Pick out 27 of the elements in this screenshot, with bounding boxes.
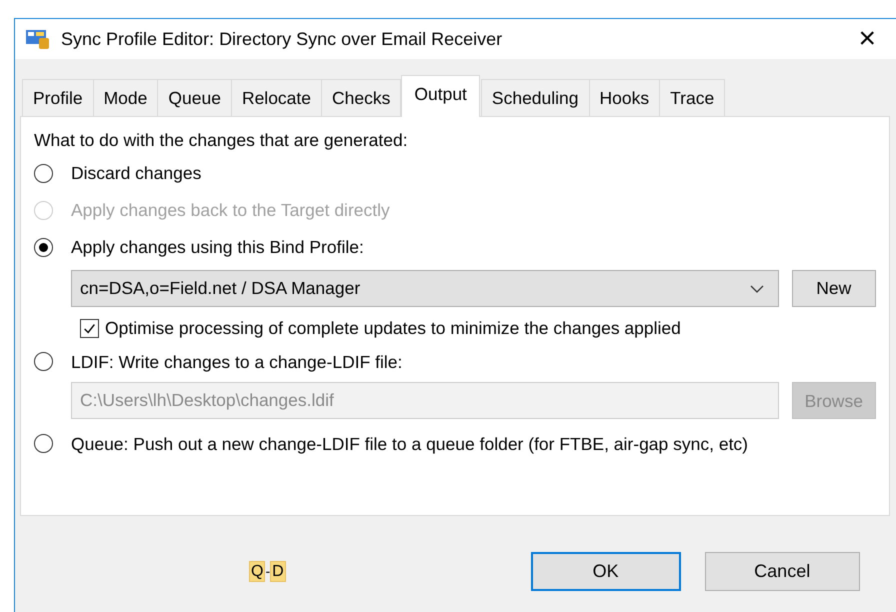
radio-button[interactable] <box>34 352 53 372</box>
dialog-button[interactable]: OK <box>530 552 681 591</box>
radio-button[interactable] <box>34 164 53 183</box>
code-badge: D <box>270 561 286 582</box>
radio-button[interactable] <box>34 434 53 454</box>
radio-button[interactable] <box>34 238 53 257</box>
new-button[interactable]: New <box>792 270 876 307</box>
close-button[interactable]: × <box>858 24 876 54</box>
radio-label[interactable]: Discard changes <box>71 160 202 187</box>
tab[interactable]: Checks <box>321 79 402 116</box>
radio-label[interactable]: Apply changes using this Bind Profile: <box>71 234 364 261</box>
tab[interactable]: Profile <box>22 79 94 116</box>
radio-label[interactable]: Queue: Push out a new change-LDIF file to a queue folder (for FTBE, air-gap sync, etc) <box>71 430 748 457</box>
radio-label[interactable]: LDIF: Write changes to a change-LDIF file: <box>71 348 402 375</box>
app-icon <box>25 28 51 50</box>
dialog-button[interactable]: Cancel <box>704 552 860 591</box>
separator-text: - <box>265 562 270 581</box>
tab[interactable]: Scheduling <box>480 79 590 116</box>
tab[interactable]: Output <box>401 75 480 117</box>
caret-icon <box>750 284 764 294</box>
checkbox[interactable] <box>80 318 99 338</box>
window-title: Sync Profile Editor: Directory Sync over Email Receiver <box>61 28 502 51</box>
section-heading: What to do with the changes that are generated: <box>34 129 409 152</box>
checkbox-label[interactable]: Optimise processing of complete updates to minimize the changes applied <box>105 315 681 342</box>
code-badge: Q <box>249 561 266 582</box>
profile-dropdown[interactable]: cn=DSA,o=Field.net / DSA Manager <box>71 270 779 307</box>
tab[interactable]: Trace <box>659 79 726 116</box>
